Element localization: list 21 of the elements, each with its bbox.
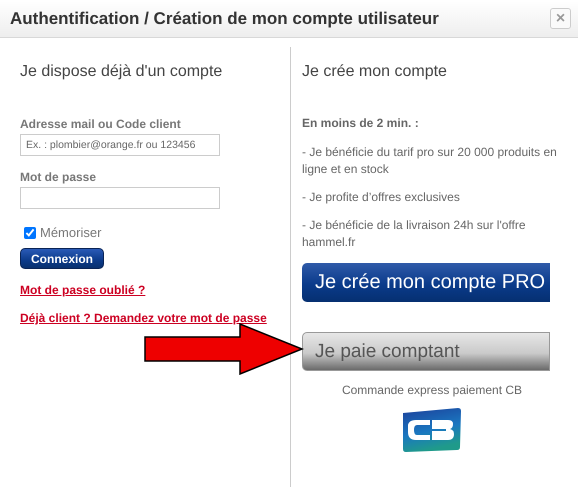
pay-cash-button[interactable]: Je paie comptant <box>302 332 550 371</box>
input-field[interactable]: Ex. : plombier@orange.fr ou 123456 <box>20 134 220 156</box>
create-account-button[interactable]: Je crée mon compte PRO <box>302 263 550 302</box>
benefit-text: - Je bénéficie de la livraison 24h sur l'offre hammel.fr <box>302 217 527 251</box>
intro-text: En moins de 2 min. : <box>302 116 419 130</box>
caption-text: Commande express paiement CB <box>340 383 524 397</box>
login-button[interactable]: Connexion <box>20 248 104 269</box>
card-logo-icon <box>400 407 462 453</box>
remember-checkbox[interactable] <box>24 226 36 238</box>
arrow-icon <box>144 323 304 375</box>
field-label: Mot de passe <box>20 170 96 184</box>
benefit-text: - Je profite d’offres exclusives <box>302 189 461 206</box>
input-field[interactable] <box>20 187 220 209</box>
window-title: Authentification / Création de mon compte utilisateur <box>10 8 439 28</box>
link[interactable]: Déjà client ? Demandez votre mot de passe <box>20 311 267 325</box>
checkbox-label: Mémoriser <box>40 225 102 240</box>
section-heading: Je dispose déjà d'un compte <box>20 63 222 81</box>
section-heading: Je crée mon compte <box>302 63 447 81</box>
benefit-text: - Je bénéficie du tarif pro sur 20 000 produits en ligne et en stock <box>302 144 558 178</box>
field-label: Adresse mail ou Code client <box>20 117 181 131</box>
link[interactable]: Mot de passe oublié ? <box>20 283 146 297</box>
